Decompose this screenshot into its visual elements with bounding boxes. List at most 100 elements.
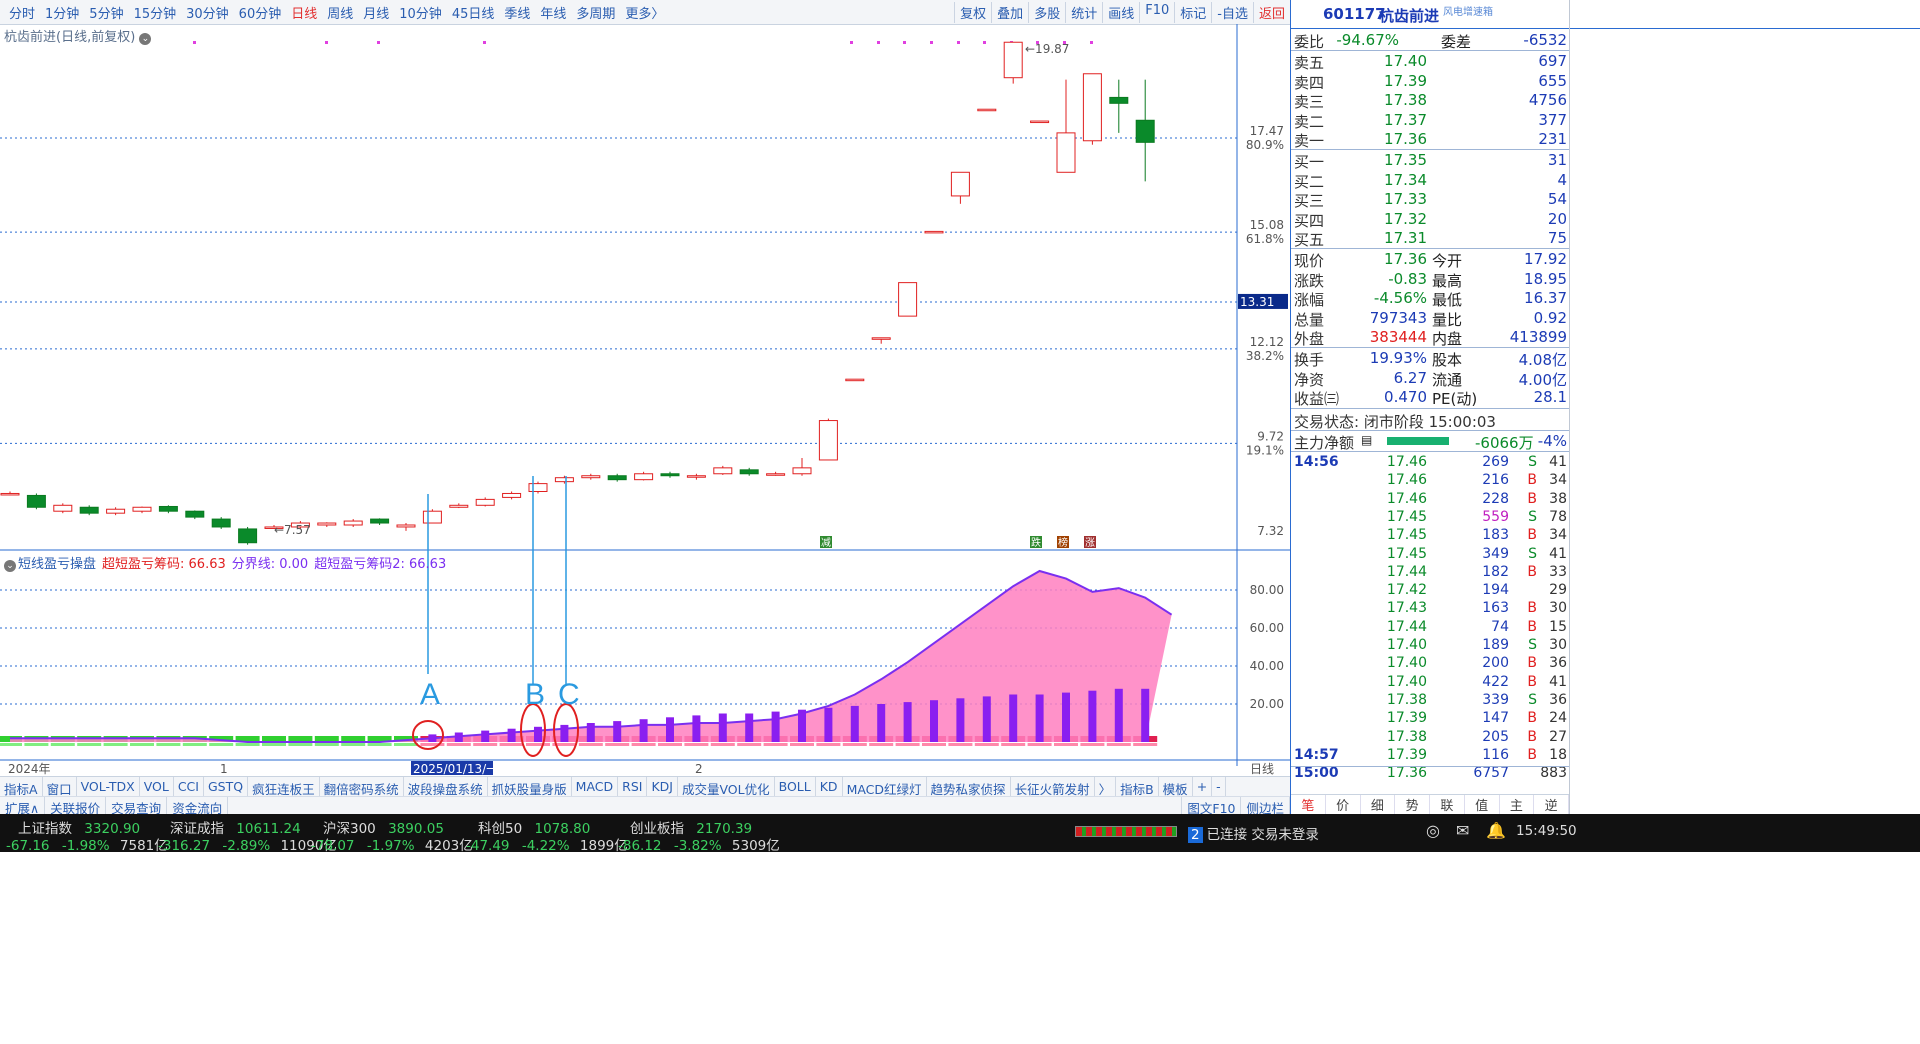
period-tab[interactable]: 更多〉 (620, 3, 669, 22)
indicator-tab[interactable]: 长征火箭发射 (1011, 777, 1095, 797)
period-tab[interactable]: 多周期 (571, 3, 620, 22)
tool-button[interactable]: 统计 (1065, 2, 1102, 23)
tool-button[interactable]: -自选 (1211, 2, 1253, 23)
indicator-bar (956, 698, 965, 742)
chevron-down-icon[interactable]: ⌄ (139, 33, 152, 45)
period-tab[interactable]: 1分钟 (40, 3, 84, 22)
indicator-tab[interactable]: CCI (174, 777, 204, 797)
period-tab[interactable]: 分时 (4, 3, 40, 22)
indicator-tab[interactable]: KD (816, 777, 843, 797)
indicator-tab[interactable]: 成交量VOL优化 (678, 777, 775, 797)
indicator-tab[interactable]: 模板 (1159, 777, 1193, 797)
indicator-tab[interactable]: 〉 (1095, 777, 1117, 797)
period-tab[interactable]: 月线 (358, 3, 394, 22)
stat-label: 外盘 (1294, 330, 1325, 348)
period-tab[interactable]: 45日线 (447, 3, 500, 22)
index-change: -67.16 -1.98% 7581亿 (6, 834, 168, 854)
extension-tab[interactable]: 扩展∧ (0, 797, 46, 816)
indicator-tab[interactable]: RSI (618, 777, 648, 797)
quote-tab[interactable]: 价 (1326, 795, 1361, 815)
index-chg: -78.07 (311, 838, 355, 854)
tool-button[interactable]: 画线 (1102, 2, 1139, 23)
candle-body (1030, 120, 1050, 124)
tool-button[interactable]: 复权 (954, 2, 991, 23)
tick-side: B (1527, 710, 1537, 727)
period-tab[interactable]: 季线 (499, 3, 535, 22)
indicator-tab[interactable]: 趋势私家侦探 (927, 777, 1011, 797)
tick-row: 14:56 17.46 269 S 41 (1291, 453, 1569, 473)
extension-tab[interactable]: 资金流向 (167, 797, 229, 816)
tick-side: B (1527, 600, 1537, 617)
quote-tab[interactable]: 笔 (1291, 795, 1326, 815)
chart-tools: 复权 叠加 多股 统计 画线 F10 标记 -自选 返回 (954, 2, 1290, 23)
tick-count: 24 (1549, 710, 1567, 727)
tick-count: 29 (1549, 582, 1567, 599)
stat-row: 换手 19.93% 股本 4.08亿 (1291, 348, 1569, 369)
indicator-tab[interactable]: 指标B (1116, 777, 1159, 797)
indicator-tab[interactable]: 抓妖股量身版 (488, 777, 572, 797)
indicator-tab[interactable]: BOLL (775, 777, 816, 797)
indicator-tab[interactable]: VOL (140, 777, 174, 797)
tick-row: 17.42 194 29 (1291, 581, 1569, 601)
period-tab[interactable]: 5分钟 (84, 3, 128, 22)
indicator-tab[interactable]: GSTQ (204, 777, 249, 797)
message-icon[interactable]: ✉ (1456, 821, 1469, 840)
f10-button[interactable]: 图文F10 (1181, 797, 1242, 816)
indicator-tab[interactable]: VOL-TDX (77, 777, 140, 797)
quote-tab[interactable]: 主 (1500, 795, 1535, 815)
indicator-header: ⌄ 短线盈亏操盘 超短盈亏筹码: 66.63 分界线: 0.00 超短盈亏筹码2: 66… (4, 553, 452, 572)
quote-tab[interactable]: 逆 (1534, 795, 1569, 815)
stat-label: 内盘 (1432, 330, 1463, 348)
base-bar (790, 743, 814, 746)
indicator-tab[interactable]: KDJ (647, 777, 678, 797)
quote-tab[interactable]: 值 (1465, 795, 1500, 815)
connection-count: 2 (1188, 827, 1203, 843)
base-bar (209, 743, 234, 746)
stock-name: 杭齿前进 (1379, 7, 1440, 25)
period-tab[interactable]: 日线 (286, 3, 322, 22)
chevron-down-icon[interactable]: ⌄ (4, 560, 16, 572)
period-tab[interactable]: 10分钟 (394, 3, 447, 22)
tool-button[interactable]: 多股 (1028, 2, 1065, 23)
kline-chart-area[interactable]: 17.47 15.08 12.12 9.72 7.32 80.9% 61.8% 38.2% 19… (0, 24, 1291, 790)
stat-value: -4.56% (1373, 289, 1427, 307)
headset-icon[interactable]: ◎ (1426, 821, 1440, 840)
indicator-tab[interactable]: 波段操盘系统 (404, 777, 488, 797)
indicator-tab[interactable]: 指标A (0, 777, 43, 797)
indicator-bar (1088, 690, 1097, 742)
list-icon[interactable]: ▤ (1361, 433, 1372, 447)
tool-button[interactable]: 标记 (1174, 2, 1211, 23)
tool-button[interactable]: F10 (1139, 2, 1174, 23)
price-axis-label: 12.12 (1250, 335, 1284, 349)
indicator-tab[interactable]: 翻倍密码系统 (320, 777, 404, 797)
indicator-tab[interactable]: 窗口 (43, 777, 77, 797)
quote-tab[interactable]: 势 (1395, 795, 1430, 815)
quote-tab[interactable]: 联 (1430, 795, 1465, 815)
period-tab[interactable]: 周线 (322, 3, 358, 22)
extension-tab[interactable]: 交易查询 (106, 797, 168, 816)
tool-button[interactable]: 叠加 (991, 2, 1028, 23)
kline-chart-svg: 17.47 15.08 12.12 9.72 7.32 80.9% 61.8% 38.2% 19… (0, 24, 1290, 776)
tick-price: 17.39 (1386, 710, 1427, 727)
indicator-tab[interactable]: + (1193, 777, 1213, 797)
period-tab[interactable]: 30分钟 (181, 3, 234, 22)
stock-tag[interactable]: 风电增速箱 (1443, 3, 1493, 18)
indicator-tab[interactable]: MACD红绿灯 (843, 777, 927, 797)
indicator-tab[interactable]: 疯狂连板王 (248, 777, 320, 797)
indicator-axis-label: 60.00 (1250, 621, 1284, 635)
period-tab[interactable]: 15分钟 (129, 3, 182, 22)
tick-price: 17.36 (1386, 765, 1427, 782)
sidebar-toggle[interactable]: 侧边栏 (1241, 797, 1290, 816)
connection-status[interactable]: 2 已连接 交易未登录 (1188, 823, 1319, 843)
period-tab[interactable]: 年线 (535, 3, 571, 22)
extension-tab[interactable]: 关联报价 (45, 797, 107, 816)
period-tab[interactable]: 60分钟 (234, 3, 287, 22)
quote-tab[interactable]: 细 (1361, 795, 1396, 815)
indicator-tab[interactable]: - (1212, 777, 1226, 797)
candle-body (343, 520, 363, 526)
tick-price: 17.39 (1386, 746, 1427, 763)
bell-icon[interactable]: 🔔 (1486, 821, 1506, 840)
tool-button[interactable]: 返回 (1252, 2, 1290, 23)
indicator-tab[interactable]: MACD (572, 777, 619, 797)
divider (1291, 408, 1569, 409)
